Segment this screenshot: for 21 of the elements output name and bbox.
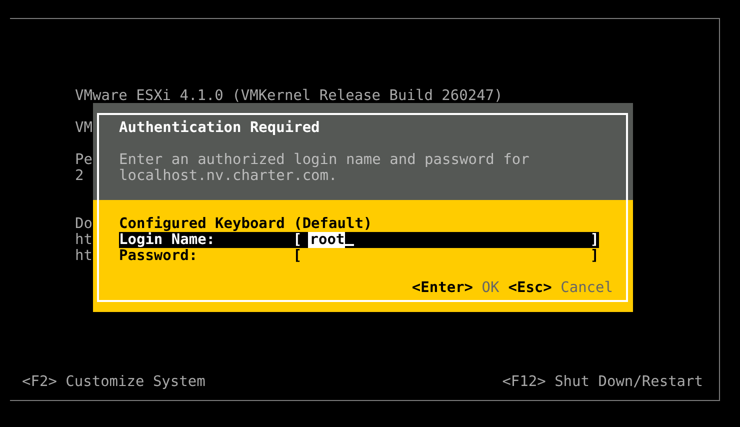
input-field[interactable]: [ ]	[293, 248, 599, 264]
field-label: Password:	[119, 248, 199, 264]
field-label: Login Name:	[119, 232, 216, 248]
form-row[interactable]: Login Name: [ root ]	[119, 232, 599, 248]
console-text: VM	[75, 120, 92, 136]
keyboard-label: Configured Keyboard (Default)	[119, 216, 372, 232]
form-row[interactable]: Password: [ ]	[119, 248, 599, 264]
dialog-message: localhost.nv.charter.com.	[119, 168, 338, 184]
dialog-title: Authentication Required	[119, 120, 320, 136]
input-field[interactable]: [ root ]	[293, 232, 599, 248]
console-text: ht	[75, 248, 92, 264]
console-text: Pe	[75, 152, 92, 168]
console-text: Do	[75, 216, 92, 232]
hotkey-hint: <F12> Shut Down/Restart	[502, 374, 703, 390]
hotkey-hint: <F2> Customize System	[22, 374, 206, 390]
dialog-action[interactable]: <Enter> OK	[412, 280, 500, 296]
console-text: VMware ESXi 4.1.0 (VMKernel Release Build 260247)	[75, 88, 503, 104]
console-text: ht	[75, 232, 92, 248]
console-text: 2	[75, 168, 84, 184]
dialog-action[interactable]: <Esc> Cancel	[508, 280, 613, 296]
dialog-message: Enter an authorized login name and password for	[119, 152, 530, 168]
